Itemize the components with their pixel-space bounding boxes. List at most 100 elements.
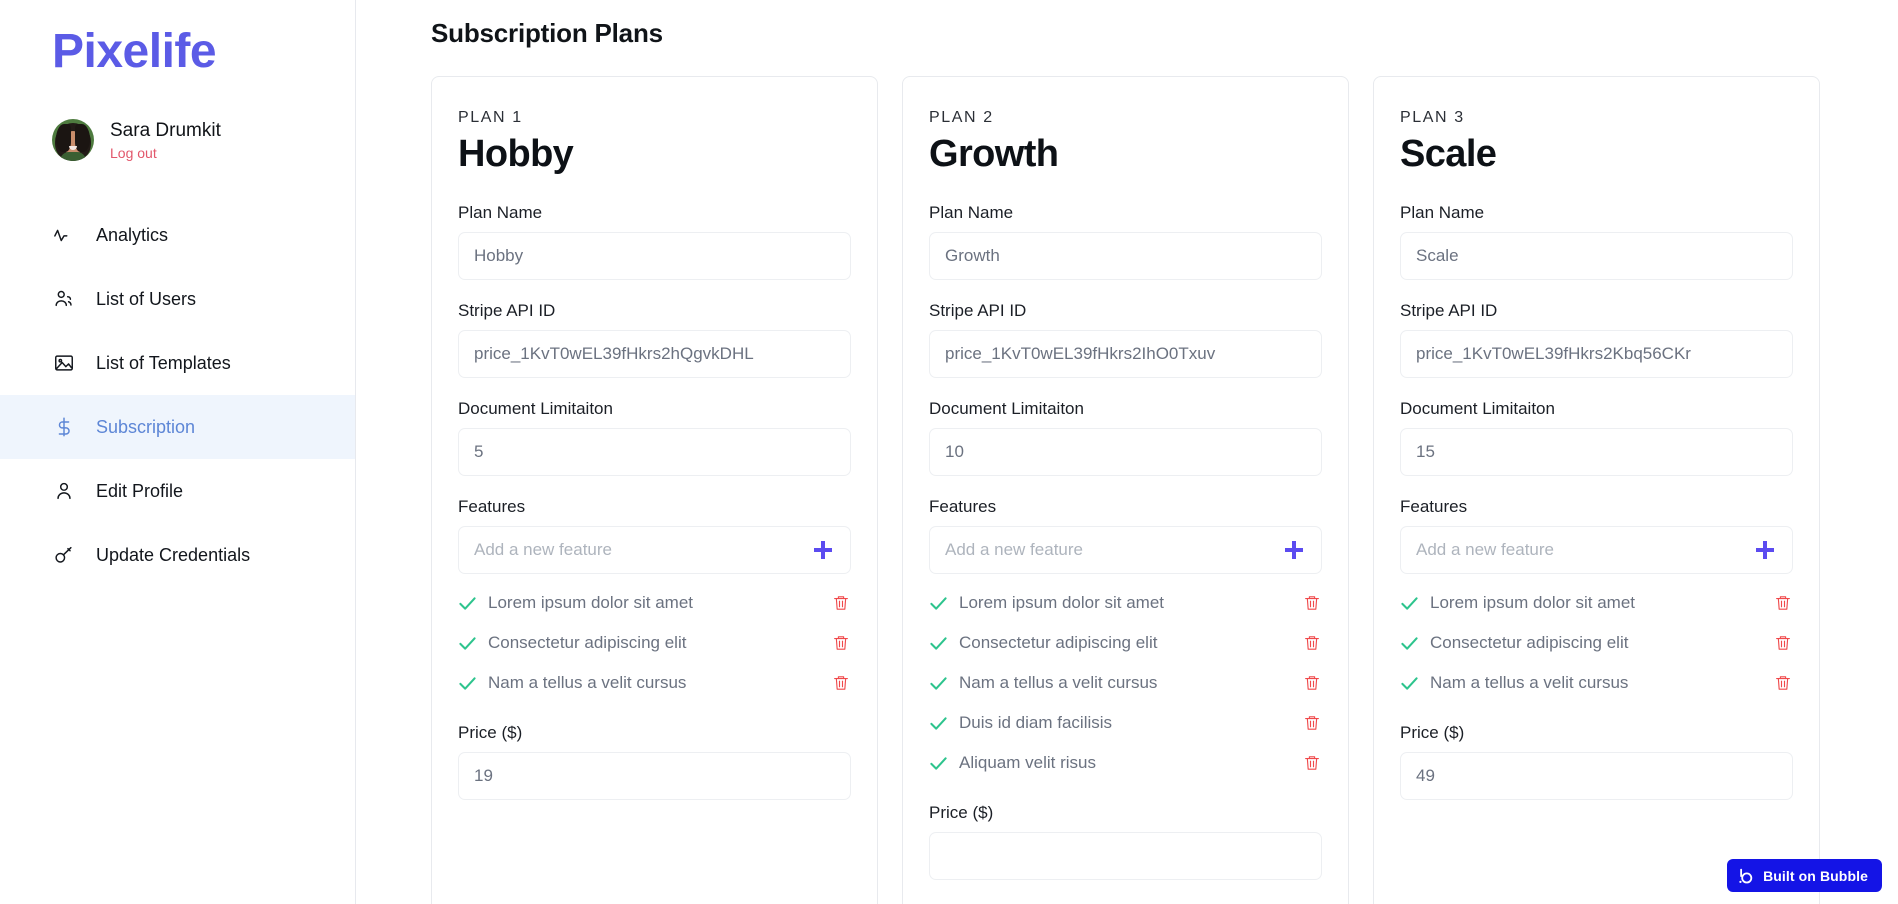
feature-item: Consectetur adipiscing elit bbox=[929, 623, 1322, 663]
dollar-icon bbox=[52, 415, 76, 439]
add-feature-button[interactable] bbox=[1281, 537, 1307, 563]
plan-name-input[interactable]: Hobby bbox=[458, 232, 851, 280]
feature-text: Lorem ipsum dolor sit amet bbox=[959, 593, 1165, 612]
add-feature-input[interactable]: Add a new feature bbox=[1416, 540, 1554, 560]
plan-tag: PLAN 3 bbox=[1400, 109, 1465, 126]
plan-card: PLAN 3 Scale Plan Name Scale Stripe API … bbox=[1373, 76, 1820, 904]
sidebar-item-analytics[interactable]: Analytics bbox=[0, 203, 355, 267]
stripe-api-id-input[interactable]: price_1KvT0wEL39fHkrs2IhO0Txuv bbox=[929, 330, 1322, 378]
stripe-api-id-input[interactable]: price_1KvT0wEL39fHkrs2Kbq56CKr bbox=[1400, 330, 1793, 378]
delete-feature-button[interactable] bbox=[1773, 632, 1793, 654]
features-field: Features Add a new feature Lorem ipsum d… bbox=[1400, 497, 1793, 703]
plan-card: PLAN 2 Growth Plan Name Growth Stripe AP… bbox=[902, 76, 1349, 904]
delete-feature-button[interactable] bbox=[1302, 752, 1322, 774]
document-limitation-input[interactable]: 5 bbox=[458, 428, 851, 476]
check-icon bbox=[1400, 674, 1419, 693]
add-feature-row[interactable]: Add a new feature bbox=[458, 526, 851, 574]
feature-list: Lorem ipsum dolor sit amet Consectetur a… bbox=[458, 583, 851, 703]
add-feature-row[interactable]: Add a new feature bbox=[1400, 526, 1793, 574]
feature-item: Nam a tellus a velit cursus bbox=[929, 663, 1322, 703]
sidebar-item-update-credentials[interactable]: Update Credentials bbox=[0, 523, 355, 587]
sidebar-item-label: Edit Profile bbox=[96, 481, 184, 502]
plan-name-field: Plan Name Scale bbox=[1400, 203, 1793, 280]
sidebar-item-label: Update Credentials bbox=[96, 545, 251, 566]
add-feature-input[interactable]: Add a new feature bbox=[474, 540, 612, 560]
delete-feature-button[interactable] bbox=[831, 632, 851, 654]
user-block: Sara Drumkit Log out bbox=[0, 79, 355, 162]
check-icon bbox=[458, 634, 477, 653]
price-field: Price ($) bbox=[929, 803, 1322, 880]
add-feature-input[interactable]: Add a new feature bbox=[945, 540, 1083, 560]
price-input[interactable] bbox=[929, 832, 1322, 880]
document-limitation-input[interactable]: 15 bbox=[1400, 428, 1793, 476]
check-icon bbox=[929, 714, 948, 733]
document-limitation-input[interactable]: 10 bbox=[929, 428, 1322, 476]
field-label: Plan Name bbox=[458, 203, 543, 222]
features-field: Features Add a new feature Lorem ipsum d… bbox=[929, 497, 1322, 783]
delete-feature-button[interactable] bbox=[1302, 712, 1322, 734]
field-label: Plan Name bbox=[929, 203, 1014, 222]
field-label: Stripe API ID bbox=[929, 301, 1027, 320]
feature-text: Nam a tellus a velit cursus bbox=[488, 673, 687, 692]
stripe-api-id-field: Stripe API ID price_1KvT0wEL39fHkrs2Kbq5… bbox=[1400, 301, 1793, 378]
check-icon bbox=[458, 594, 477, 613]
field-label: Features bbox=[929, 497, 997, 516]
features-field: Features Add a new feature Lorem ipsum d… bbox=[458, 497, 851, 703]
page-title: Subscription Plans bbox=[431, 18, 663, 48]
delete-feature-button[interactable] bbox=[831, 672, 851, 694]
built-on-bubble-badge[interactable]: Built on Bubble bbox=[1727, 859, 1882, 892]
plan-name-input[interactable]: Growth bbox=[929, 232, 1322, 280]
built-on-bubble-label: Built on Bubble bbox=[1763, 867, 1868, 884]
stripe-api-id-input[interactable]: price_1KvT0wEL39fHkrs2hQgvkDHL bbox=[458, 330, 851, 378]
feature-item: Nam a tellus a velit cursus bbox=[1400, 663, 1793, 703]
price-input[interactable]: 19 bbox=[458, 752, 851, 800]
document-limitation-field: Document Limitaiton 5 bbox=[458, 399, 851, 476]
user-name: Sara Drumkit bbox=[110, 119, 221, 141]
brand-logo[interactable]: Pixelife bbox=[0, 0, 355, 79]
delete-feature-button[interactable] bbox=[1773, 672, 1793, 694]
add-feature-button[interactable] bbox=[810, 537, 836, 563]
feature-list: Lorem ipsum dolor sit amet Consectetur a… bbox=[929, 583, 1322, 783]
add-feature-button[interactable] bbox=[1752, 537, 1778, 563]
field-label: Price ($) bbox=[1400, 723, 1465, 742]
field-label: Features bbox=[1400, 497, 1468, 516]
bubble-logo-icon bbox=[1737, 867, 1755, 885]
activity-icon bbox=[52, 223, 76, 247]
logout-link[interactable]: Log out bbox=[110, 145, 221, 162]
feature-text: Lorem ipsum dolor sit amet bbox=[488, 593, 694, 612]
field-label: Document Limitaiton bbox=[1400, 399, 1555, 418]
document-limitation-field: Document Limitaiton 15 bbox=[1400, 399, 1793, 476]
check-icon bbox=[1400, 594, 1419, 613]
delete-feature-button[interactable] bbox=[1773, 592, 1793, 614]
sidebar-item-list-of-users[interactable]: List of Users bbox=[0, 267, 355, 331]
check-icon bbox=[1400, 634, 1419, 653]
sidebar-item-list-of-templates[interactable]: List of Templates bbox=[0, 331, 355, 395]
feature-text: Nam a tellus a velit cursus bbox=[1430, 673, 1629, 692]
field-label: Stripe API ID bbox=[1400, 301, 1498, 320]
plan-title: Growth bbox=[929, 133, 1059, 175]
sidebar: Pixelife Sara Drumkit Log out Analytics bbox=[0, 0, 356, 904]
check-icon bbox=[929, 754, 948, 773]
delete-feature-button[interactable] bbox=[831, 592, 851, 614]
price-input[interactable]: 49 bbox=[1400, 752, 1793, 800]
sidebar-item-edit-profile[interactable]: Edit Profile bbox=[0, 459, 355, 523]
plan-name-input[interactable]: Scale bbox=[1400, 232, 1793, 280]
check-icon bbox=[458, 674, 477, 693]
field-label: Price ($) bbox=[929, 803, 994, 822]
sidebar-nav: Analytics List of Users List of Template… bbox=[0, 203, 355, 587]
feature-text: Consectetur adipiscing elit bbox=[959, 633, 1158, 652]
app-root: Pixelife Sara Drumkit Log out Analytics bbox=[0, 0, 1898, 904]
stripe-api-id-field: Stripe API ID price_1KvT0wEL39fHkrs2hQgv… bbox=[458, 301, 851, 378]
delete-feature-button[interactable] bbox=[1302, 592, 1322, 614]
users-icon bbox=[52, 287, 76, 311]
sidebar-item-label: List of Users bbox=[96, 289, 197, 310]
sidebar-item-subscription[interactable]: Subscription bbox=[0, 395, 355, 460]
field-label: Features bbox=[458, 497, 526, 516]
feature-item: Lorem ipsum dolor sit amet bbox=[1400, 583, 1793, 623]
image-icon bbox=[52, 351, 76, 375]
user-text: Sara Drumkit Log out bbox=[110, 119, 221, 162]
delete-feature-button[interactable] bbox=[1302, 632, 1322, 654]
add-feature-row[interactable]: Add a new feature bbox=[929, 526, 1322, 574]
delete-feature-button[interactable] bbox=[1302, 672, 1322, 694]
check-icon bbox=[929, 594, 948, 613]
